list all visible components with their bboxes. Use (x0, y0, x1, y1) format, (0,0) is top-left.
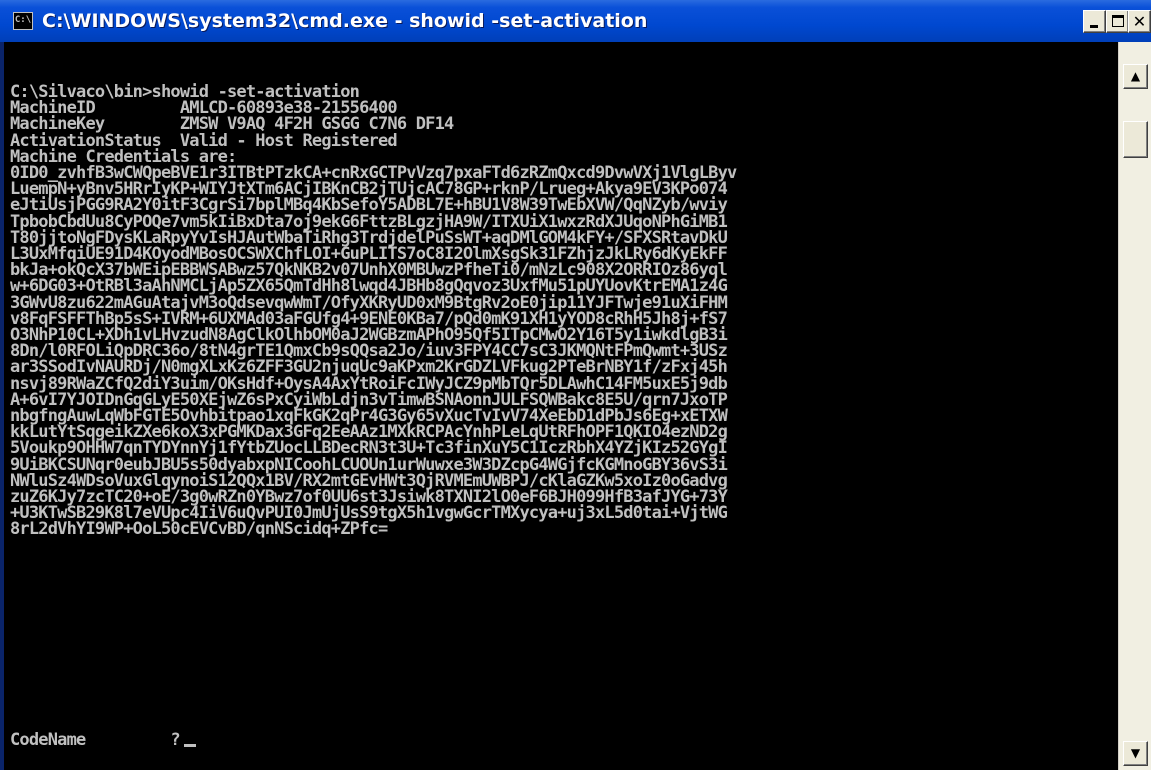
close-icon: ✕ (1132, 12, 1147, 31)
scroll-thumb[interactable] (1123, 121, 1148, 158)
console-line: 8rL2dVhYI9WP+OoL50cEVCvBD/qnNScidq+ZPfc= (10, 519, 388, 540)
console-window: C:\ C:\WINDOWS\system32\cmd.exe - showid… (0, 0, 1151, 770)
vertical-scrollbar[interactable]: ▲ ▼ (1118, 42, 1151, 770)
minimize-icon (1090, 25, 1098, 28)
text-cursor (183, 744, 196, 747)
scroll-up-arrow-icon: ▲ (1130, 69, 1141, 83)
maximize-button[interactable] (1106, 10, 1129, 33)
scroll-down-arrow-icon: ▼ (1130, 746, 1141, 760)
console-output-area[interactable]: C:\Silvaco\bin>showid -set-activation Ma… (4, 42, 1118, 770)
title-bar[interactable]: C:\ C:\WINDOWS\system32\cmd.exe - showid… (0, 0, 1151, 42)
scroll-down-button[interactable]: ▼ (1123, 741, 1148, 766)
cmd-icon[interactable]: C:\ (13, 12, 33, 30)
close-button[interactable]: ✕ (1128, 10, 1151, 33)
prompt-label: CodeName (10, 730, 86, 750)
codename-prompt[interactable]: CodeName ? (10, 732, 196, 749)
scroll-up-button[interactable]: ▲ (1123, 64, 1148, 89)
prompt-question-mark: ? (170, 730, 180, 750)
maximize-icon (1112, 15, 1124, 27)
minimize-button[interactable] (1083, 10, 1106, 33)
console-text: C:\Silvaco\bin>showid -set-activation Ma… (10, 84, 737, 538)
window-title: C:\WINDOWS\system32\cmd.exe - showid -se… (42, 10, 648, 32)
